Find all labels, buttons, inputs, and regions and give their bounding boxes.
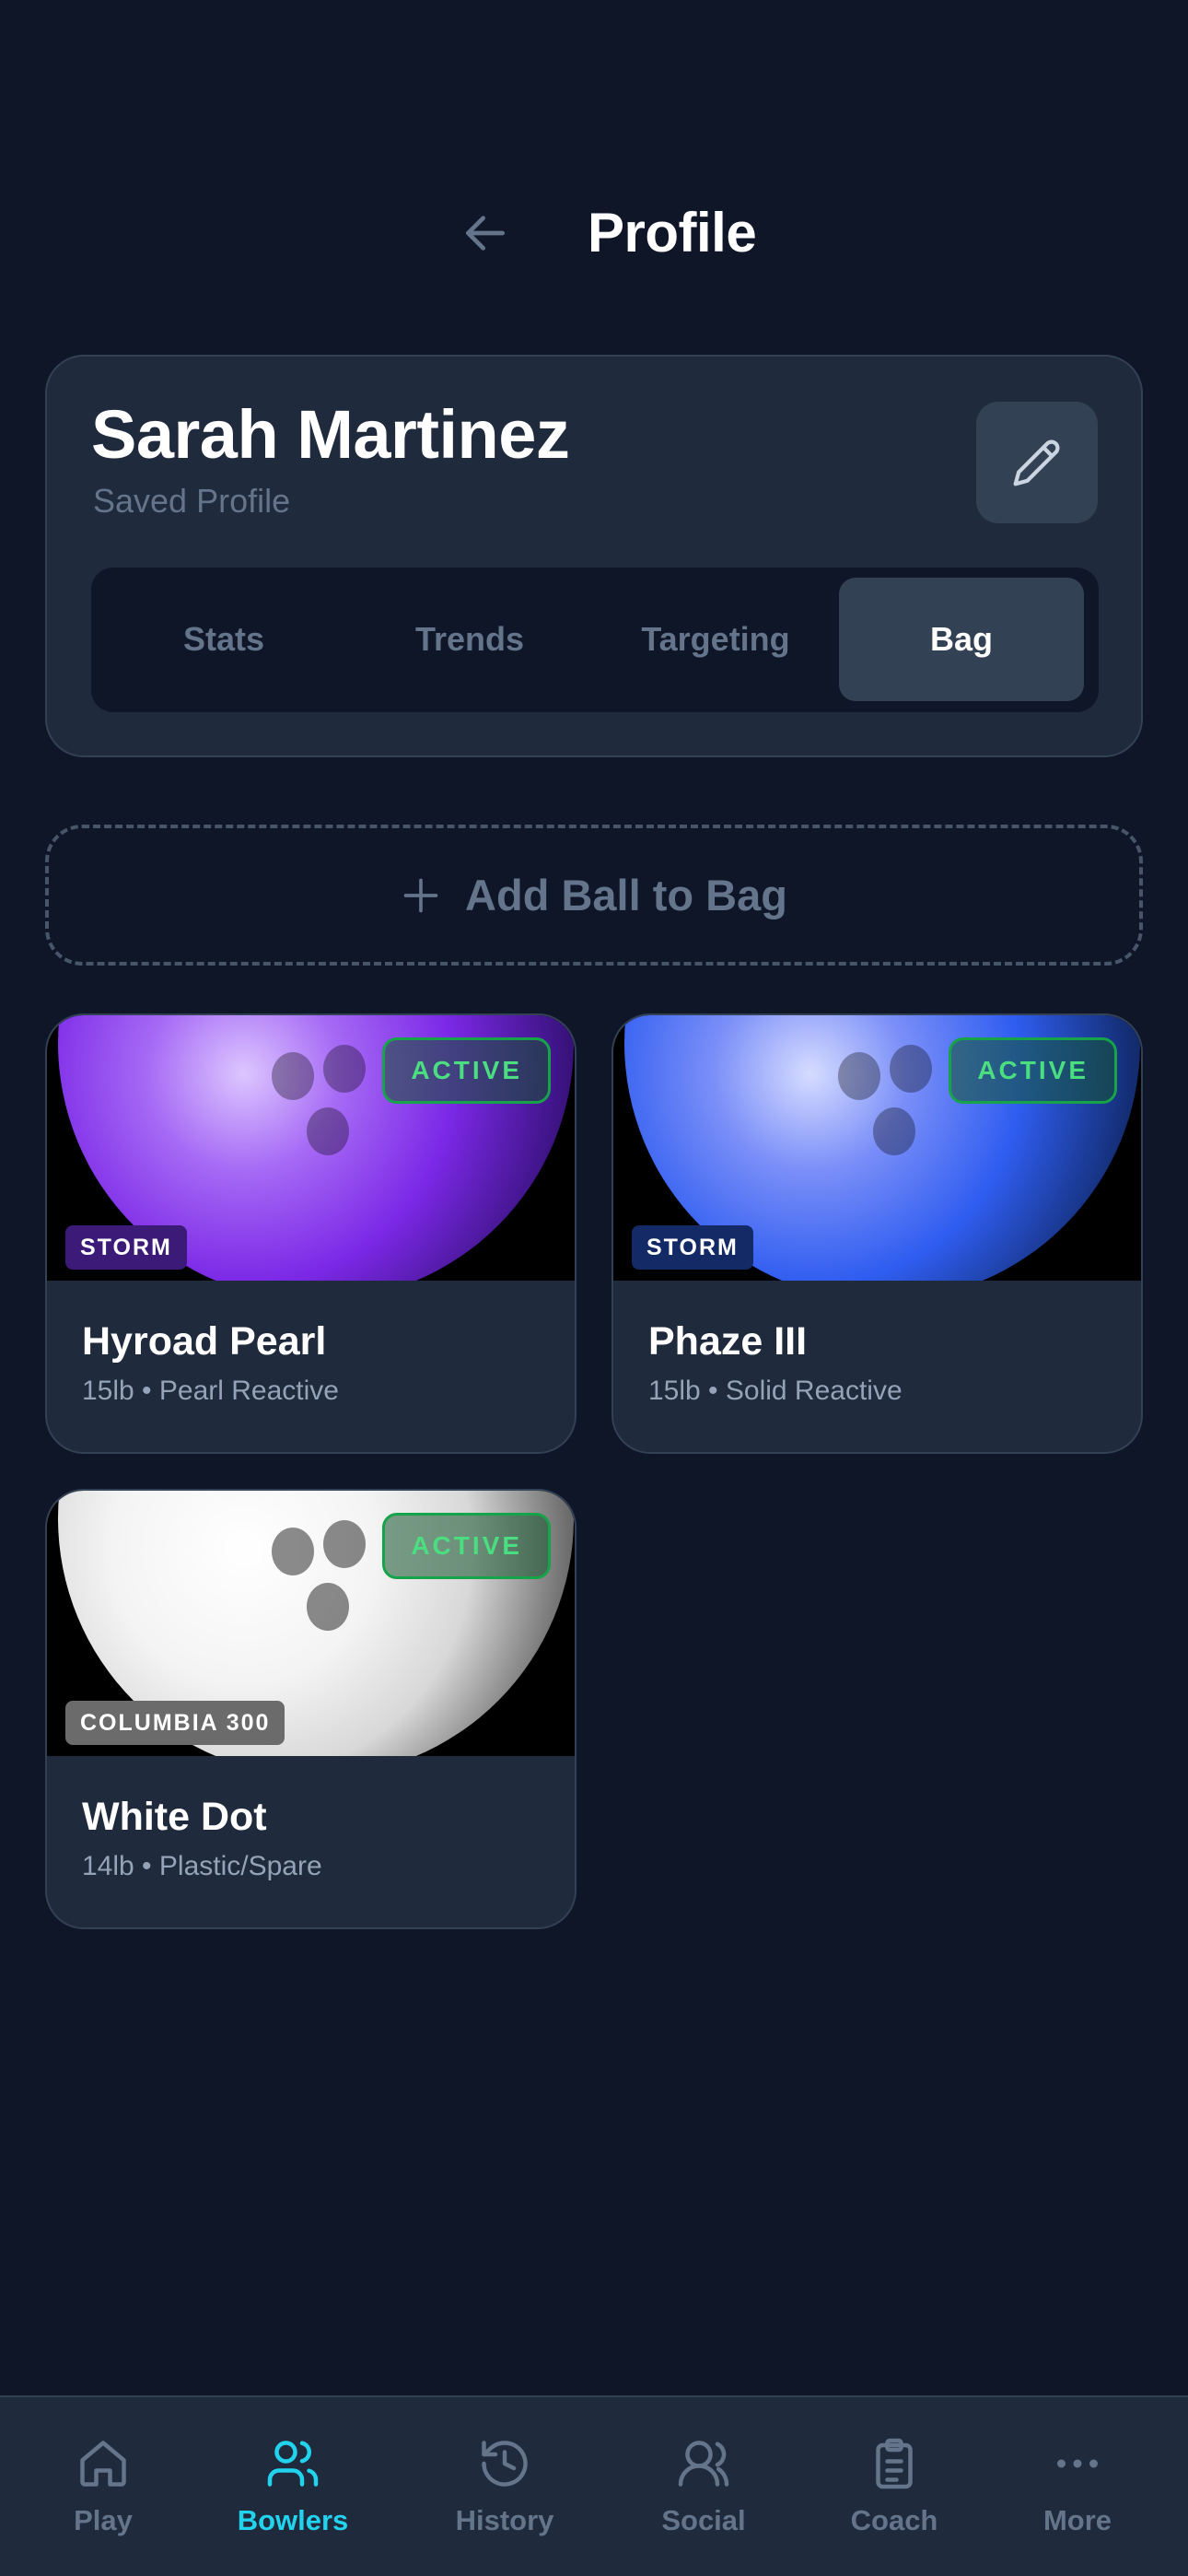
ball-name: White Dot (82, 1795, 267, 1839)
add-ball-label: Add Ball to Bag (465, 871, 787, 919)
ball-specs: 14lb • Plastic/Spare (82, 1851, 322, 1881)
tab-stats[interactable]: Stats (101, 578, 346, 701)
home-icon (80, 2441, 126, 2487)
ball-image: ACTIVE STORM (47, 1015, 575, 1281)
tab-bag[interactable]: Bag (839, 578, 1084, 701)
status-badge: ACTIVE (382, 1037, 551, 1104)
nav-label: Play (74, 2504, 133, 2536)
thumb-hole (307, 1107, 349, 1155)
nav-item-bowlers[interactable]: Bowlers (201, 2436, 385, 2537)
nav-item-coach[interactable]: Coach (802, 2436, 986, 2537)
ball-name: Hyroad Pearl (82, 1319, 327, 1364)
finger-hole (323, 1520, 366, 1568)
profile-card: Sarah Martinez Saved Profile Stats Trend… (45, 355, 1143, 757)
pencil-icon (1013, 439, 1060, 486)
status-badge: ACTIVE (949, 1037, 1117, 1104)
profile-tabs: Stats Trends Targeting Bag (91, 568, 1099, 712)
finger-hole (272, 1052, 314, 1100)
nav-label: Bowlers (237, 2504, 349, 2536)
bottom-nav: Play Bowlers History Social Coach More (0, 2395, 1188, 2576)
nav-item-history[interactable]: History (413, 2436, 597, 2537)
status-badge: ACTIVE (382, 1513, 551, 1579)
social-icon (678, 2441, 729, 2487)
ball-card[interactable]: ACTIVE STORM Hyroad Pearl 15lb • Pearl R… (45, 1013, 577, 1454)
ball-image: ACTIVE STORM (613, 1015, 1141, 1281)
finger-hole (272, 1528, 314, 1575)
users-icon (267, 2441, 319, 2487)
nav-label: Social (661, 2504, 746, 2536)
finger-hole (838, 1052, 880, 1100)
nav-label: History (455, 2504, 554, 2536)
finger-hole (890, 1045, 932, 1093)
ball-name: Phaze III (648, 1319, 808, 1364)
ball-info: Hyroad Pearl 15lb • Pearl Reactive (82, 1319, 339, 1407)
nav-label: Coach (850, 2504, 938, 2536)
profile-name: Sarah Martinez (91, 396, 570, 473)
ball-card[interactable]: ACTIVE STORM Phaze III 15lb • Solid Reac… (611, 1013, 1143, 1454)
thumb-hole (873, 1107, 915, 1155)
ball-info: Phaze III 15lb • Solid Reactive (648, 1319, 903, 1407)
tab-targeting[interactable]: Targeting (593, 578, 838, 701)
edit-profile-button[interactable] (976, 402, 1098, 523)
profile-screen: Profile Sarah Martinez Saved Profile Sta… (0, 0, 1188, 2576)
nav-item-play[interactable]: Play (11, 2436, 195, 2537)
header: Profile (0, 184, 1188, 286)
page-title: Profile (588, 202, 757, 263)
profile-subtitle: Saved Profile (93, 482, 291, 520)
ball-card[interactable]: ACTIVE COLUMBIA 300 White Dot 14lb • Pla… (45, 1489, 577, 1929)
brand-badge: COLUMBIA 300 (65, 1701, 285, 1745)
nav-item-social[interactable]: Social (611, 2436, 796, 2537)
clipboard-icon (876, 2438, 913, 2489)
plus-icon (403, 878, 438, 912)
back-button[interactable] (455, 203, 516, 263)
finger-hole (323, 1045, 366, 1093)
brand-badge: STORM (65, 1225, 187, 1270)
brand-badge: STORM (632, 1225, 753, 1270)
ball-info: White Dot 14lb • Plastic/Spare (82, 1795, 322, 1882)
ball-image: ACTIVE COLUMBIA 300 (47, 1491, 575, 1756)
more-icon (1057, 2459, 1098, 2468)
tab-trends[interactable]: Trends (347, 578, 592, 701)
nav-item-more[interactable]: More (985, 2436, 1170, 2537)
ball-specs: 15lb • Solid Reactive (648, 1376, 903, 1406)
thumb-hole (307, 1583, 349, 1631)
history-icon (482, 2441, 528, 2487)
arrow-left-icon (466, 216, 505, 251)
nav-label: More (1042, 2504, 1112, 2536)
ball-specs: 15lb • Pearl Reactive (82, 1376, 339, 1406)
add-ball-button[interactable]: Add Ball to Bag (45, 825, 1143, 966)
